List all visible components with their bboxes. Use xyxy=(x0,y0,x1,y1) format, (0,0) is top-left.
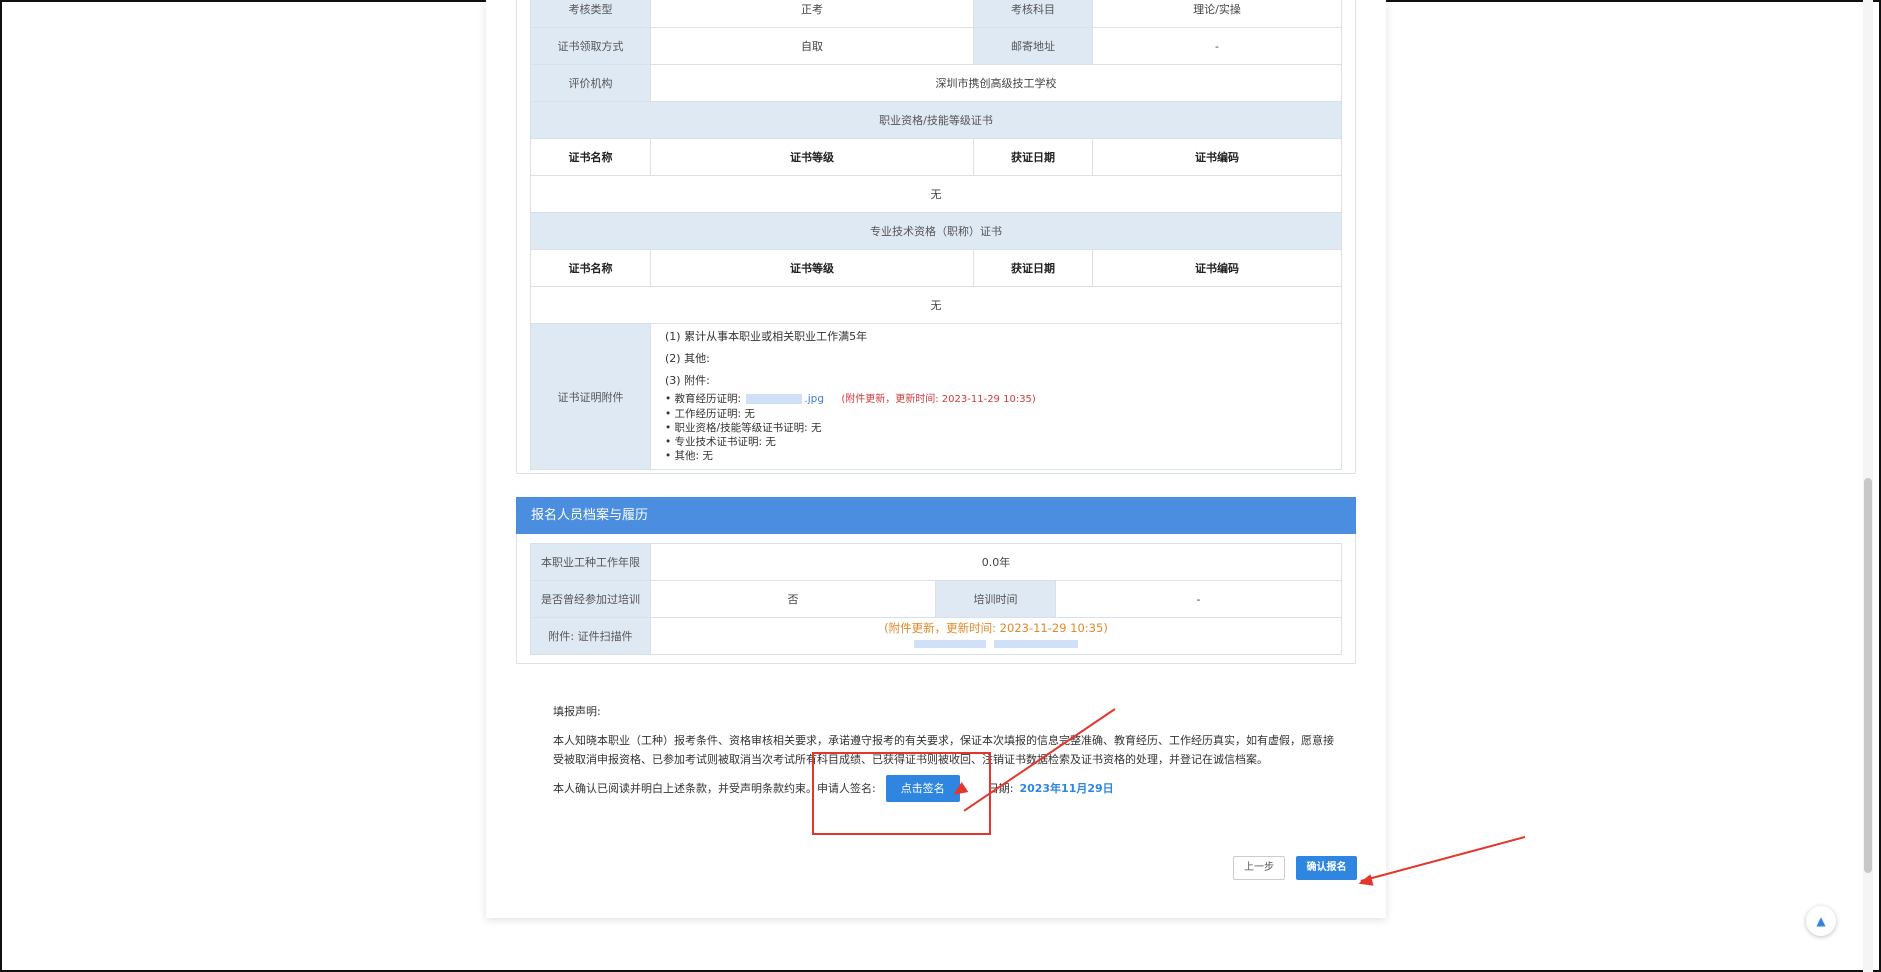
work-years-label: 本职业工种工作年限 xyxy=(530,543,651,581)
declaration-title: 填报声明: xyxy=(553,705,601,718)
date-label: 日期: xyxy=(987,782,1014,795)
training-time-label: 培训时间 xyxy=(935,580,1056,618)
scrollbar-thumb[interactable] xyxy=(1864,478,1872,873)
redacted-scan-files xyxy=(655,636,1337,652)
profile-section-title: 报名人员档案与履历 xyxy=(516,497,1356,534)
page-scrollbar[interactable] xyxy=(1863,0,1873,972)
arrow-up-icon: ▲ xyxy=(1816,914,1826,928)
top-section-box xyxy=(516,0,1356,474)
back-to-top-button[interactable]: ▲ xyxy=(1806,906,1836,936)
work-years-value: 0.0年 xyxy=(650,543,1342,581)
training-time-value: - xyxy=(1055,580,1342,618)
profile-table: 本职业工种工作年限 0.0年 是否曾经参加过培训 否 培训时间 - 附件: 证件… xyxy=(530,543,1342,655)
table-row: 附件: 证件扫描件 (附件更新，更新时间: 2023-11-29 10:35) xyxy=(530,617,1342,655)
confirm-registration-button[interactable]: 确认报名 xyxy=(1296,856,1357,880)
scan-update-note: (附件更新，更新时间: 2023-11-29 10:35) xyxy=(884,621,1108,635)
training-value: 否 xyxy=(650,580,936,618)
scan-label: 附件: 证件扫描件 xyxy=(530,617,651,655)
previous-step-button[interactable]: 上一步 xyxy=(1233,856,1285,880)
scan-value: (附件更新，更新时间: 2023-11-29 10:35) xyxy=(650,617,1342,655)
table-row: 是否曾经参加过培训 否 培训时间 - xyxy=(530,580,1342,618)
training-label: 是否曾经参加过培训 xyxy=(530,580,651,618)
table-row: 本职业工种工作年限 0.0年 xyxy=(530,543,1342,581)
date-value: 2023年11月29日 xyxy=(1019,782,1114,795)
